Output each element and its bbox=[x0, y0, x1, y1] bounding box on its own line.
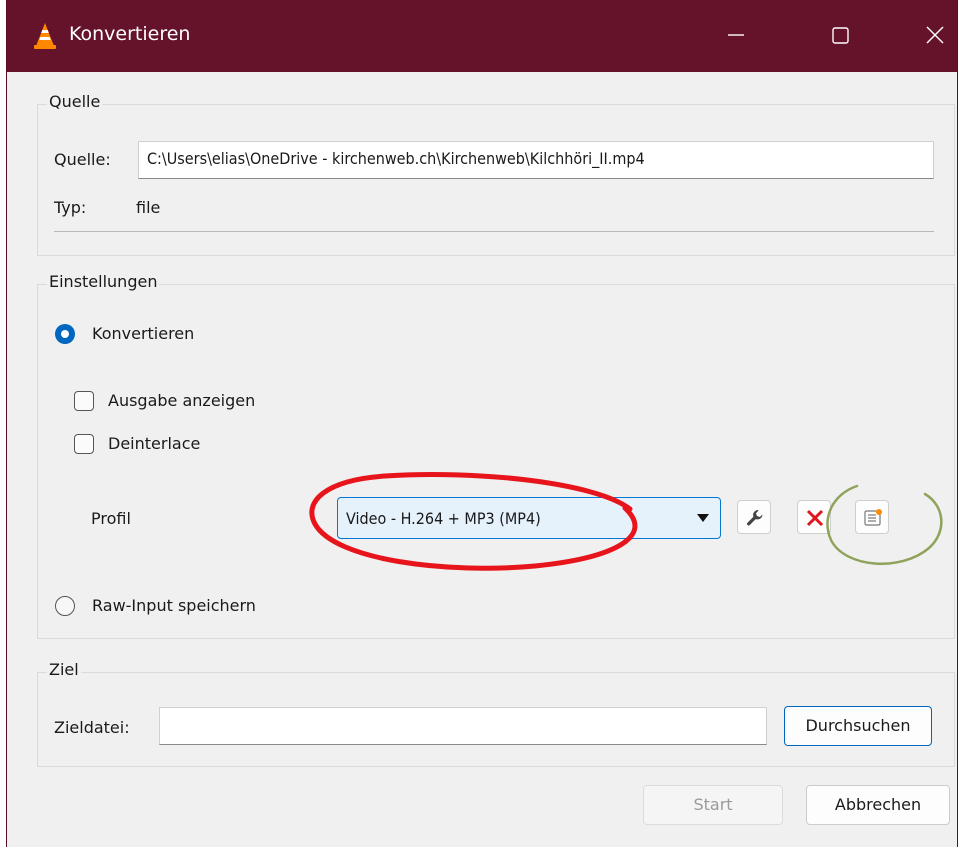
source-group bbox=[37, 104, 955, 256]
target-file-label: Zieldatei: bbox=[54, 718, 130, 737]
source-field[interactable]: C:\Users\elias\OneDrive - kirchenweb.ch\… bbox=[138, 141, 934, 179]
window-title: Konvertieren bbox=[69, 23, 191, 45]
convert-radio[interactable] bbox=[55, 324, 75, 344]
start-button[interactable]: Start bbox=[643, 785, 783, 825]
new-profile-button[interactable] bbox=[855, 500, 889, 534]
title-bar[interactable]: Konvertieren bbox=[7, 0, 957, 72]
profile-dropdown-value: Video - H.264 + MP3 (MP4) bbox=[346, 509, 541, 528]
raw-input-radio[interactable] bbox=[55, 596, 75, 616]
type-label: Typ: bbox=[54, 198, 87, 217]
convert-dialog: Konvertieren Quelle Quelle: C:\Users\eli… bbox=[6, 0, 958, 847]
target-group-title: Ziel bbox=[47, 660, 81, 679]
source-group-title: Quelle bbox=[47, 92, 103, 111]
profile-dropdown[interactable]: Video - H.264 + MP3 (MP4) bbox=[337, 497, 721, 539]
vlc-cone-icon bbox=[34, 23, 56, 49]
show-output-checkbox[interactable] bbox=[74, 391, 94, 411]
deinterlace-label[interactable]: Deinterlace bbox=[108, 434, 200, 453]
delete-profile-button[interactable] bbox=[797, 500, 831, 534]
delete-x-icon bbox=[806, 509, 824, 527]
close-icon[interactable] bbox=[912, 12, 958, 58]
minimize-icon[interactable] bbox=[712, 12, 758, 58]
show-output-label[interactable]: Ausgabe anzeigen bbox=[108, 391, 255, 410]
source-label: Quelle: bbox=[54, 150, 111, 169]
browse-button[interactable]: Durchsuchen bbox=[784, 706, 932, 746]
type-value: file bbox=[136, 198, 161, 217]
wrench-icon bbox=[747, 510, 763, 526]
raw-input-label[interactable]: Raw-Input speichern bbox=[92, 596, 256, 615]
edit-profile-button[interactable] bbox=[737, 500, 771, 534]
profile-label: Profil bbox=[91, 509, 131, 528]
deinterlace-checkbox[interactable] bbox=[74, 434, 94, 454]
maximize-icon[interactable] bbox=[817, 12, 863, 58]
settings-group-title: Einstellungen bbox=[47, 272, 160, 291]
target-file-field[interactable] bbox=[159, 707, 767, 745]
new-profile-icon bbox=[864, 509, 882, 526]
chevron-down-icon bbox=[697, 514, 709, 522]
convert-radio-label[interactable]: Konvertieren bbox=[92, 324, 194, 343]
cancel-button[interactable]: Abbrechen bbox=[806, 785, 950, 825]
source-separator bbox=[54, 231, 934, 232]
